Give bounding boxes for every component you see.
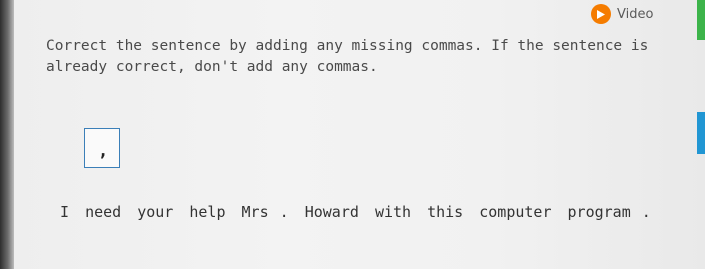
play-circle-icon [591, 4, 611, 24]
sentence-word[interactable]: help [189, 203, 225, 221]
sentence-word[interactable]: Mrs [242, 203, 269, 221]
sentence-punctuation[interactable]: . [642, 203, 651, 221]
sentence-punctuation[interactable]: . [280, 203, 289, 221]
video-label: Video [617, 6, 654, 22]
sentence-word[interactable]: need [85, 203, 121, 221]
sentence-word[interactable]: this [427, 203, 463, 221]
video-button[interactable]: Video [591, 4, 653, 24]
sentence-word[interactable]: with [375, 203, 411, 221]
sentence: I need your help Mrs . Howard with this … [60, 203, 658, 221]
comma-glyph: , [98, 141, 109, 161]
sentence-word[interactable]: your [137, 203, 173, 221]
sentence-word[interactable]: I [60, 203, 69, 221]
question-instructions: Correct the sentence by adding any missi… [46, 38, 649, 75]
comma-tile[interactable]: , [84, 128, 120, 168]
sentence-word[interactable]: Howard [305, 203, 359, 221]
practice-page: Video Correct the sentence by adding any… [0, 0, 705, 269]
sentence-word[interactable]: computer [479, 203, 551, 221]
right-accent-blue [697, 112, 705, 154]
right-accent-green [697, 0, 705, 40]
sentence-word[interactable]: program [568, 203, 631, 221]
left-edge-shadow [0, 0, 14, 269]
